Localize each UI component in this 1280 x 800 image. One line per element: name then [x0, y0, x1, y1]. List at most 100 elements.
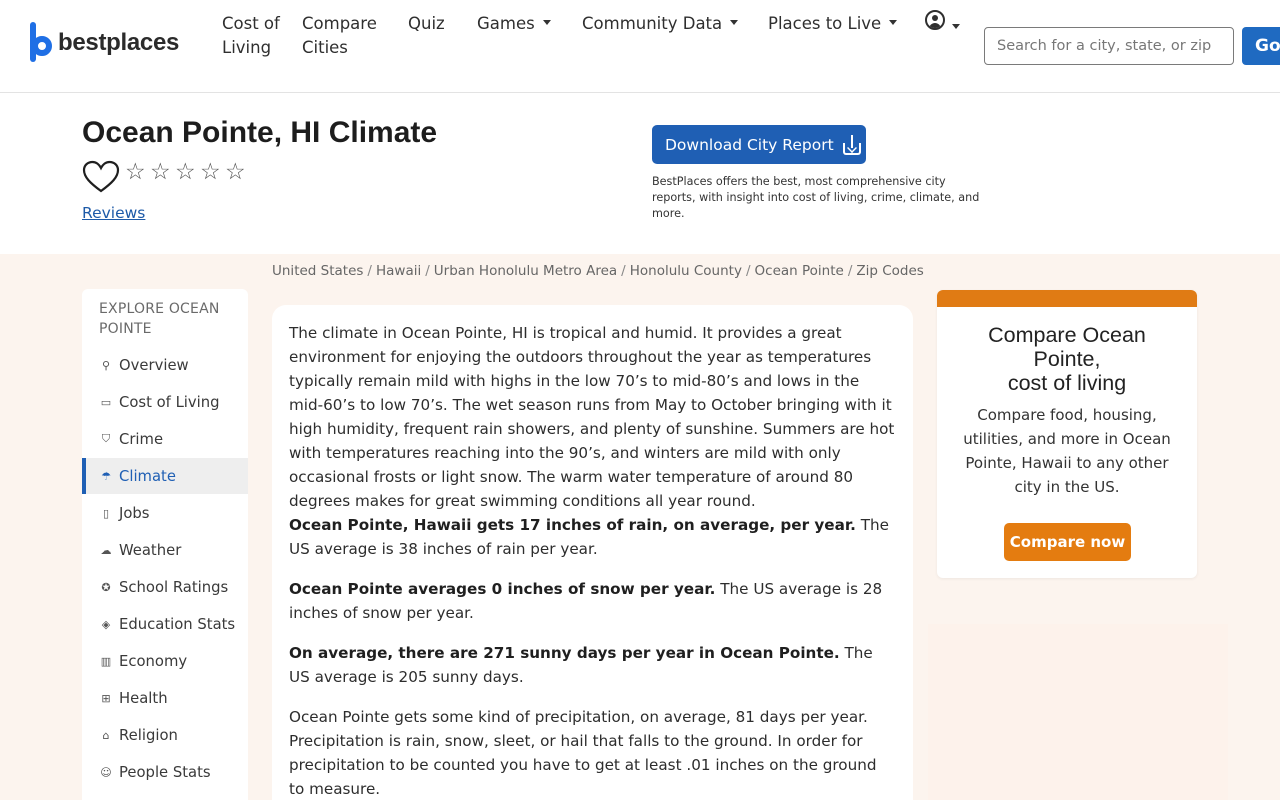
star-icon[interactable]: ☆ — [200, 158, 225, 186]
breadcrumb-zip-codes[interactable]: Zip Codes — [856, 263, 923, 279]
nav-places-to-live-label: Places to Live — [768, 14, 882, 33]
cloud-rain-icon: ☁ — [100, 543, 112, 557]
nav-places-to-live[interactable]: Places to Live — [768, 12, 898, 36]
breadcrumb-hawaii[interactable]: Hawaii — [376, 263, 421, 279]
sidebar-item-label: Education Stats — [119, 615, 236, 633]
logo-mark-icon — [30, 22, 52, 64]
sidebar-item-label: Overview — [119, 356, 189, 374]
sidebar-item-people-stats[interactable]: ☺ People Stats — [82, 754, 248, 790]
compare-title-line2: cost of living — [1007, 371, 1127, 395]
snow-paragraph: Ocean Pointe averages 0 inches of snow p… — [289, 577, 896, 625]
go-button[interactable]: Go — [1242, 27, 1280, 65]
breadcrumb-united-states[interactable]: United States — [272, 263, 363, 279]
breadcrumb-county[interactable]: Honolulu County — [630, 263, 742, 279]
sidebar-item-label: Economy — [119, 652, 188, 670]
heart-icon[interactable] — [82, 160, 120, 194]
compare-card-accent-bar — [937, 290, 1197, 307]
search-input[interactable] — [984, 27, 1234, 65]
page-title: Ocean Pointe, HI Climate — [82, 116, 438, 149]
bestplaces-logo[interactable]: bestplaces — [30, 22, 179, 64]
first-aid-icon: ⊞ — [101, 691, 111, 705]
breadcrumb: United States / Hawaii / Urban Honolulu Metr… — [272, 263, 924, 279]
nav-games-label: Games — [477, 14, 535, 33]
sidebar-item-label: Health — [119, 689, 168, 707]
chevron-down-icon[interactable] — [952, 24, 960, 29]
people-icon: ☺ — [100, 765, 112, 779]
nav-cost-of-living[interactable]: Cost of Living — [222, 12, 282, 60]
sidebar-item-cost-of-living[interactable]: ▭ Cost of Living — [82, 384, 248, 420]
sunny-highlight: On average, there are 271 sunny days per… — [289, 644, 840, 662]
star-icon[interactable]: ☆ — [125, 158, 150, 186]
sidebar-item-school-ratings[interactable]: ✪ School Ratings — [82, 569, 248, 605]
download-blurb: BestPlaces offers the best, most compreh… — [652, 175, 980, 220]
sidebar-item-label: Jobs — [119, 504, 150, 522]
nav-community-data-label: Community Data — [582, 14, 723, 33]
sidebar-item-education-stats[interactable]: ◈ Education Stats — [82, 606, 248, 642]
explore-sidebar: EXPLORE OCEAN POINTE ⚲ Overview ▭ Cost of … — [82, 289, 248, 800]
badge-icon: ✪ — [101, 580, 111, 594]
nav-compare-cities[interactable]: Compare Cities — [302, 12, 384, 60]
graduation-cap-icon: ◈ — [101, 617, 111, 631]
nav-quiz-label: Quiz — [408, 14, 445, 33]
sidebar-item-label: Cost of Living — [119, 393, 220, 411]
sidebar-item-jobs[interactable]: ▯ Jobs — [82, 495, 248, 531]
precipitation-paragraph: Ocean Pointe gets some kind of precipita… — [289, 708, 877, 798]
sidebar-item-label: Weather — [119, 541, 182, 559]
top-navbar: bestplaces Cost of Living Compare Cities… — [0, 0, 1280, 93]
rain-paragraph: Ocean Pointe, Hawaii gets 17 inches of r… — [289, 513, 896, 561]
shield-icon: ⛉ — [101, 432, 111, 445]
sidebar-item-climate[interactable]: ☂ Climate — [82, 458, 248, 494]
sidebar-item-religion[interactable]: ⌂ Religion — [82, 717, 248, 753]
sidebar-item-weather[interactable]: ☁ Weather — [82, 532, 248, 568]
rating-stars[interactable]: ☆ ☆ ☆ ☆ ☆ — [125, 158, 250, 186]
page-header: Ocean Pointe, HI Climate ☆ ☆ ☆ ☆ ☆ Revie… — [0, 94, 1280, 254]
user-account-icon[interactable] — [925, 10, 945, 30]
sidebar-item-crime[interactable]: ⛉ Crime — [82, 421, 248, 457]
nav-cost-of-living-label: Cost of Living — [222, 14, 280, 57]
compare-now-button[interactable]: Compare now — [1004, 523, 1131, 561]
sidebar-item-health[interactable]: ⊞ Health — [82, 680, 248, 716]
download-button-label: Download City Report — [665, 135, 834, 154]
main-section: United States / Hawaii / Urban Honolulu Metr… — [0, 254, 1280, 800]
compare-card-title: Compare Ocean Pointe, cost of living — [937, 323, 1197, 395]
nav-games[interactable]: Games — [477, 12, 551, 36]
logo-text: bestplaces — [58, 29, 180, 56]
star-icon[interactable]: ☆ — [150, 158, 175, 186]
nav-quiz[interactable]: Quiz — [408, 12, 445, 36]
star-icon[interactable]: ☆ — [225, 158, 250, 186]
map-pin-icon: ⚲ — [101, 358, 111, 372]
chevron-down-icon — [889, 20, 898, 25]
chevron-down-icon — [542, 20, 551, 25]
download-city-report-button[interactable]: Download City Report — [652, 125, 866, 164]
star-icon[interactable]: ☆ — [175, 158, 200, 186]
compare-title-line1: Compare Ocean Pointe, — [988, 323, 1146, 371]
snow-highlight: Ocean Pointe averages 0 inches of snow p… — [289, 580, 716, 598]
breadcrumb-metro-area[interactable]: Urban Honolulu Metro Area — [434, 263, 617, 279]
sidebar-item-economy[interactable]: ▥ Economy — [82, 643, 248, 679]
climate-content-card: The climate in Ocean Pointe, HI is tropi… — [272, 305, 913, 800]
compare-cost-card: Compare Ocean Pointe, cost of living Com… — [937, 290, 1197, 578]
umbrella-icon: ☂ — [101, 469, 111, 483]
download-icon — [842, 134, 861, 155]
sidebar-item-overview[interactable]: ⚲ Overview — [82, 347, 248, 383]
church-icon: ⌂ — [102, 728, 110, 742]
bank-icon: ▥ — [100, 654, 112, 668]
sunny-paragraph: On average, there are 271 sunny days per… — [289, 641, 896, 689]
sidebar-item-label: Climate — [119, 467, 176, 485]
compare-card-description: Compare food, housing, utilities, and mo… — [963, 406, 1171, 496]
reviews-link[interactable]: Reviews — [82, 204, 145, 222]
sidebar-heading: EXPLORE OCEAN POINTE — [99, 301, 220, 337]
ad-placeholder — [928, 624, 1228, 800]
chevron-down-icon — [730, 20, 739, 25]
sidebar-item-label: People Stats — [119, 763, 211, 781]
breadcrumb-city[interactable]: Ocean Pointe — [755, 263, 844, 279]
clipboard-icon: ▯ — [102, 506, 110, 520]
climate-intro: The climate in Ocean Pointe, HI is tropi… — [289, 324, 895, 510]
sidebar-item-label: Religion — [119, 726, 178, 744]
rain-highlight: Ocean Pointe, Hawaii gets 17 inches of r… — [289, 516, 856, 534]
nav-community-data[interactable]: Community Data — [582, 12, 739, 36]
sidebar-item-label: Crime — [119, 430, 164, 448]
sidebar-item-label: School Ratings — [119, 578, 229, 596]
nav-compare-cities-label: Compare Cities — [302, 14, 377, 57]
wallet-icon: ▭ — [100, 395, 112, 409]
